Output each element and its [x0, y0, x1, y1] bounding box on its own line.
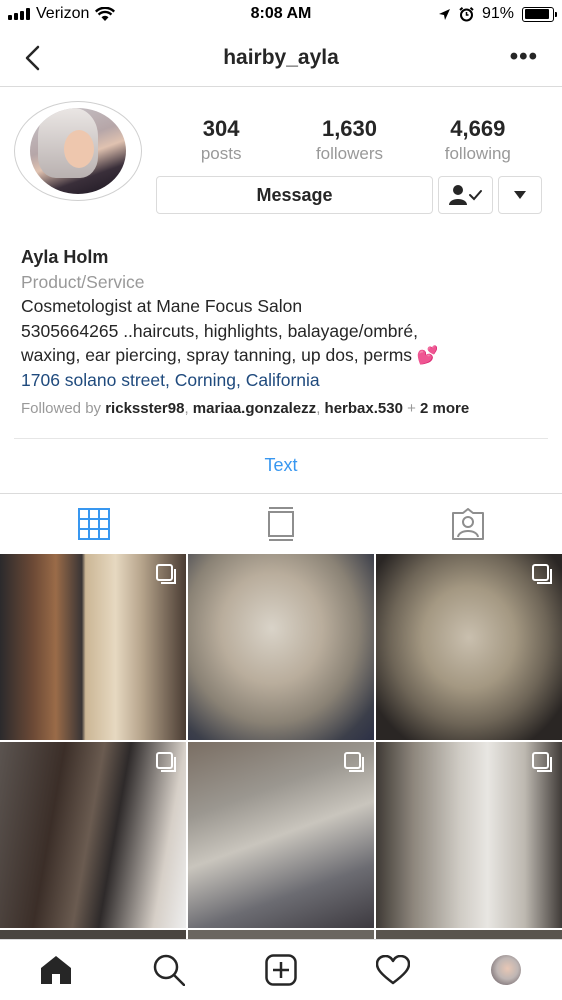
- multiple-photos-icon: [156, 752, 176, 772]
- tab-tagged[interactable]: [375, 494, 562, 553]
- followed-by[interactable]: Followed by ricksster98, mariaa.gonzalez…: [21, 400, 551, 417]
- page-title: hairby_ayla: [223, 46, 339, 69]
- profile-photo: [30, 108, 126, 194]
- stat-label: followers: [315, 144, 384, 163]
- feed-icon: [267, 506, 294, 541]
- following-check-icon: [448, 185, 482, 205]
- battery-percent: 91%: [481, 5, 514, 22]
- tab-grid[interactable]: [0, 494, 187, 553]
- heart-icon: [376, 955, 411, 985]
- address-link[interactable]: 1706 solano street, Corning, California: [21, 368, 546, 393]
- post-thumbnail[interactable]: [188, 554, 374, 740]
- battery-icon: [522, 6, 557, 22]
- post-thumbnail[interactable]: [0, 930, 186, 939]
- stat-value: 1,630: [321, 116, 378, 141]
- follower-username[interactable]: herbax.530: [325, 400, 403, 417]
- more-options-icon[interactable]: •••: [510, 45, 538, 69]
- following-button[interactable]: [438, 176, 493, 214]
- post-thumbnail[interactable]: [376, 930, 562, 939]
- divider: [14, 438, 548, 439]
- followed-by-more[interactable]: 2 more: [420, 400, 469, 417]
- photo-grid: [0, 554, 562, 939]
- multiple-photos-icon: [344, 752, 364, 772]
- post-thumbnail[interactable]: [0, 742, 186, 928]
- stat-following[interactable]: 4,669 following: [414, 116, 542, 164]
- text-button[interactable]: Text: [0, 455, 562, 476]
- bottom-nav: [0, 939, 562, 1000]
- bio-line: Cosmetologist at Mane Focus Salon: [21, 296, 303, 316]
- profile-bio: Ayla Holm Product/Service Cosmetologist …: [21, 245, 546, 392]
- multiple-photos-icon: [532, 752, 552, 772]
- follower-username[interactable]: mariaa.gonzalezz: [193, 400, 316, 417]
- search-icon: [153, 954, 185, 986]
- status-bar: Verizon 8:08 AM 91%: [0, 0, 562, 30]
- alarm-icon: [459, 6, 474, 21]
- nav-search[interactable]: [112, 940, 224, 1000]
- post-thumbnail[interactable]: [188, 742, 374, 928]
- stat-label: following: [444, 144, 511, 163]
- home-icon: [41, 956, 72, 984]
- grid-icon: [77, 507, 110, 540]
- tagged-icon: [452, 507, 485, 540]
- stat-value: 304: [202, 116, 240, 141]
- location-icon: [438, 8, 450, 20]
- profile-stats: 304 posts 1,630 followers 4,669 followin…: [157, 116, 542, 164]
- bio-line: waxing, ear piercing, spray tanning, up …: [21, 345, 439, 365]
- profile-avatar[interactable]: [14, 101, 142, 201]
- post-thumbnail[interactable]: [188, 930, 374, 939]
- stat-followers[interactable]: 1,630 followers: [285, 116, 413, 164]
- post-thumbnail[interactable]: [376, 554, 562, 740]
- post-thumbnail[interactable]: [376, 742, 562, 928]
- stat-posts[interactable]: 304 posts: [157, 116, 285, 164]
- nav-activity[interactable]: [337, 940, 449, 1000]
- message-button[interactable]: Message: [156, 176, 433, 214]
- multiple-photos-icon: [156, 564, 176, 584]
- bio-line: 5305664265 ..haircuts, highlights, balay…: [21, 320, 418, 341]
- status-right: 91%: [438, 5, 557, 23]
- profile-tabs: [0, 493, 562, 553]
- tab-feed[interactable]: [187, 494, 374, 553]
- nav-profile[interactable]: [450, 940, 562, 1000]
- chevron-down-icon: [514, 191, 526, 199]
- nav-new-post[interactable]: [225, 940, 337, 1000]
- followed-by-prefix: Followed by: [21, 400, 102, 417]
- stat-label: posts: [200, 144, 242, 163]
- multiple-photos-icon: [532, 564, 552, 584]
- profile-avatar-small: [490, 955, 521, 985]
- new-post-icon: [265, 954, 297, 986]
- nav-header: hairby_ayla •••: [0, 30, 562, 87]
- nav-home[interactable]: [0, 940, 112, 1000]
- suggested-dropdown-button[interactable]: [498, 176, 542, 214]
- follower-username[interactable]: ricksster98: [105, 400, 184, 417]
- profile-category: Product/Service: [21, 271, 145, 292]
- stat-value: 4,669: [450, 116, 506, 141]
- profile-name: Ayla Holm: [21, 247, 109, 267]
- post-thumbnail[interactable]: [0, 554, 186, 740]
